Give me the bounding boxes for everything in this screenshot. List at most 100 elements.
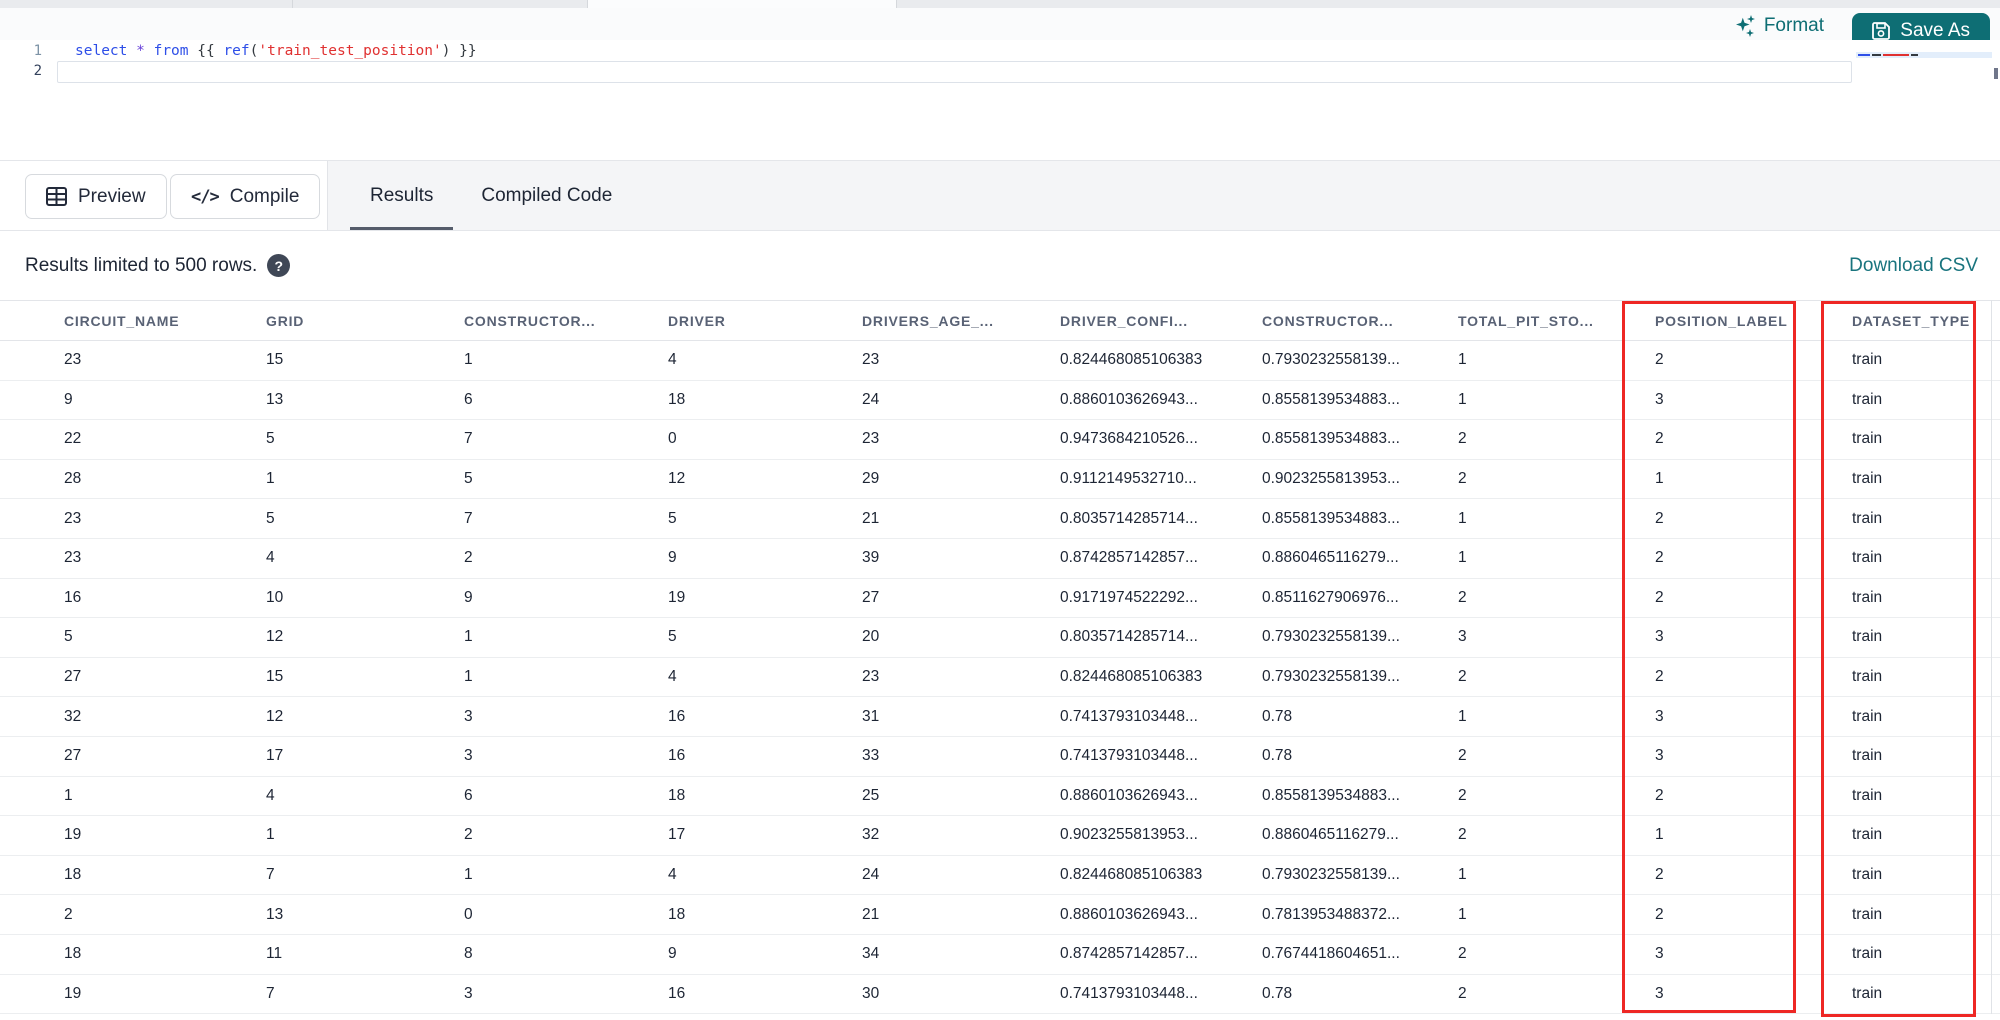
table-cell: 0.8035714285714... <box>1060 509 1198 527</box>
table-cell: 1 <box>1655 826 1664 844</box>
table-cell: 0.8511627906976... <box>1262 588 1399 606</box>
table-cell: 2 <box>464 826 473 844</box>
minimap[interactable] <box>1856 52 1992 136</box>
help-icon[interactable]: ? <box>267 254 291 277</box>
file-tab-strip-rest <box>897 0 2000 8</box>
code-icon: </> <box>191 186 220 207</box>
file-tab-active[interactable] <box>588 0 897 8</box>
table-cell: 0.8860465116279... <box>1262 549 1399 567</box>
editor-scrollbar[interactable] <box>1994 68 1998 79</box>
table-cell: 28 <box>64 470 82 488</box>
table-cell: 5 <box>266 430 275 448</box>
table-cell: 2 <box>1655 509 1664 527</box>
table-cell: 0 <box>464 905 473 923</box>
table-cell: 1 <box>464 351 473 369</box>
table-cell: 0.8558139534883... <box>1262 786 1400 804</box>
header-cell: POSITION_LABEL <box>1655 312 1788 329</box>
table-cell: 0.7930232558139... <box>1262 668 1400 686</box>
table-cell: 27 <box>64 747 82 765</box>
code-editor[interactable]: 1 2 select * from {{ ref('train_test_pos… <box>0 40 2000 160</box>
preview-button[interactable]: Preview <box>25 174 167 219</box>
table-cell: train <box>1852 866 1883 884</box>
table-cell: 12 <box>266 707 284 725</box>
table-cell: 4 <box>668 866 677 884</box>
tab-compiled-code-label: Compiled Code <box>481 184 613 206</box>
code-area[interactable]: select * from {{ ref('train_test_positio… <box>57 41 2000 61</box>
table-cell: 0.8860103626943... <box>1060 390 1198 408</box>
table-cell: 32 <box>64 707 82 725</box>
compile-button[interactable]: </> Compile <box>170 174 321 219</box>
table-cell: 0.7930232558139... <box>1262 866 1400 884</box>
table-row: 22 5 7 0 23 0.9473684210526... 0.8558139534883… <box>0 420 2000 460</box>
table-cell: 0.824468085106383 <box>1060 351 1203 369</box>
code-token: {{ <box>197 43 224 59</box>
table-cell: 2 <box>1458 430 1467 448</box>
table-cell: 9 <box>668 549 677 567</box>
table-cell: 0.78 <box>1262 707 1293 725</box>
table-cell: 23 <box>64 509 82 527</box>
table-row: 1 4 6 18 25 0.8860103626943... 0.8558139534883… <box>0 776 2000 817</box>
table-cell: 2 <box>1458 786 1467 804</box>
format-button[interactable]: Format <box>1735 12 1824 40</box>
table-cell: 18 <box>64 866 82 884</box>
table-row: 23 5 7 5 21 0.8035714285714... 0.8558139534883… <box>0 499 2000 539</box>
table-row: 16 10 9 19 27 0.9171974522292... 0.85116279069… <box>0 578 2000 619</box>
table-cell: 7 <box>266 866 275 884</box>
minimap-code-mark <box>1883 54 1909 56</box>
table-cell: 5 <box>266 509 275 527</box>
table-cell: 3 <box>464 707 473 725</box>
table-row: 9 13 6 18 24 0.8860103626943... 0.855813953488… <box>0 380 2000 421</box>
file-tab-strip <box>0 0 2000 8</box>
preview-label: Preview <box>78 185 146 207</box>
table-row: 2 13 0 18 21 0.8860103626943... 0.781395348837… <box>0 895 2000 935</box>
table-cell: 0.7674418604651... <box>1262 945 1400 963</box>
result-tabs: Results Compiled Code <box>350 161 632 230</box>
table-cell: 19 <box>668 588 686 606</box>
table-cell: 5 <box>464 470 473 488</box>
table-cell: 21 <box>862 509 880 527</box>
code-token: }} <box>450 43 477 59</box>
editor-toolbar: Format Save As <box>0 8 2000 49</box>
table-cell: 7 <box>464 509 473 527</box>
table-cell: 2 <box>1458 668 1467 686</box>
table-cell: 1 <box>1458 351 1467 369</box>
table-cell: train <box>1852 707 1883 725</box>
table-cell: train <box>1852 628 1883 646</box>
minimap-code-mark <box>1911 54 1918 56</box>
table-cell: 1 <box>464 668 473 686</box>
minimap-code-mark <box>1858 54 1870 56</box>
table-cell: 0.8860465116279... <box>1262 826 1399 844</box>
table-cell: 2 <box>1458 470 1467 488</box>
tab-compiled-code[interactable]: Compiled Code <box>461 161 632 230</box>
table-cell: 2 <box>1655 430 1664 448</box>
table-cell: 0.9171974522292... <box>1060 588 1198 606</box>
minimap-code-mark <box>1872 54 1881 56</box>
table-cell: 2 <box>1655 668 1664 686</box>
file-tab[interactable] <box>293 0 588 8</box>
tab-results[interactable]: Results <box>350 161 454 230</box>
table-cell: 16 <box>668 984 686 1002</box>
file-tab[interactable] <box>0 0 293 8</box>
table-cell: 0.9473684210526... <box>1060 430 1198 448</box>
table-cell: 1 <box>464 628 473 646</box>
table-cell: 2 <box>1458 747 1467 765</box>
table-cell: 32 <box>862 826 880 844</box>
table-row: 27 17 3 16 33 0.7413793103448... 0.78 2 3 train <box>0 736 2000 777</box>
table-cell: 4 <box>668 351 677 369</box>
table-cell: 2 <box>1458 826 1467 844</box>
table-cell: 1 <box>1458 905 1467 923</box>
table-cell: 0.7413793103448... <box>1060 984 1198 1002</box>
table-cell: 9 <box>64 390 73 408</box>
table-cell: 5 <box>668 509 677 527</box>
table-row: 19 1 2 17 32 0.9023255813953... 0.886046511627… <box>0 816 2000 856</box>
table-cell: 4 <box>266 549 275 567</box>
table-body: 23 15 1 4 23 0.824468085106383 0.7930232558139… <box>0 341 2000 1015</box>
table-row: 18 11 8 9 34 0.8742857142857... 0.767441860465… <box>0 934 2000 975</box>
table-cell: 13 <box>266 905 284 923</box>
table-cell: 15 <box>266 668 284 686</box>
download-csv-link[interactable]: Download CSV <box>1849 231 1978 300</box>
table-cell: 0.78 <box>1262 984 1293 1002</box>
table-cell: train <box>1852 588 1883 606</box>
table-cell: 0.9023255813953... <box>1262 470 1400 488</box>
